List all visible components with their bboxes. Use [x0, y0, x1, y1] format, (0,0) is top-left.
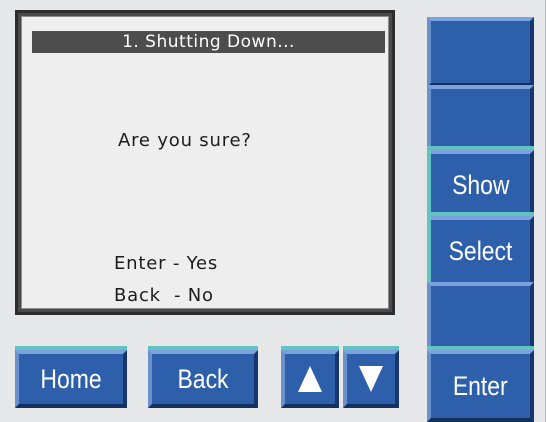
- enter-button-label: Enter: [453, 370, 508, 401]
- teal-accent-edge: [281, 346, 339, 350]
- teal-accent-edge: [427, 150, 431, 282]
- scroll-up-button[interactable]: [281, 350, 339, 408]
- softkey-5[interactable]: [427, 282, 534, 352]
- scroll-down-button[interactable]: [343, 350, 399, 408]
- teal-accent-edge: [148, 346, 258, 350]
- enter-button[interactable]: Enter: [427, 350, 534, 422]
- screen-title-bar: 1. Shutting Down...: [32, 31, 385, 53]
- select-button[interactable]: Select: [427, 216, 534, 286]
- option-enter-yes: Enter - Yes: [114, 253, 219, 274]
- teal-accent-edge: [427, 146, 534, 150]
- show-button-label: Show: [451, 169, 510, 200]
- home-button[interactable]: Home: [15, 350, 127, 408]
- home-button-label: Home: [40, 363, 102, 394]
- teal-accent-edge: [427, 346, 534, 350]
- teal-accent-edge: [427, 212, 534, 216]
- confirm-prompt: Are you sure?: [118, 130, 252, 151]
- teal-accent-edge: [343, 346, 399, 350]
- up-arrow-icon: [298, 366, 322, 392]
- lcd-display-frame: 1. Shutting Down... Are you sure? Enter …: [15, 10, 395, 315]
- option-back-no: Back - No: [114, 285, 214, 306]
- softkey-1[interactable]: [427, 17, 534, 87]
- show-button[interactable]: Show: [427, 150, 534, 220]
- down-arrow-icon: [359, 366, 383, 392]
- teal-accent-edge: [15, 346, 127, 350]
- back-button-label: Back: [177, 363, 229, 394]
- lcd-screen: 1. Shutting Down... Are you sure? Enter …: [21, 16, 389, 309]
- back-button[interactable]: Back: [148, 350, 258, 408]
- select-button-label: Select: [448, 235, 513, 266]
- softkey-2[interactable]: [427, 85, 534, 155]
- control-panel: 1. Shutting Down... Are you sure? Enter …: [0, 0, 546, 422]
